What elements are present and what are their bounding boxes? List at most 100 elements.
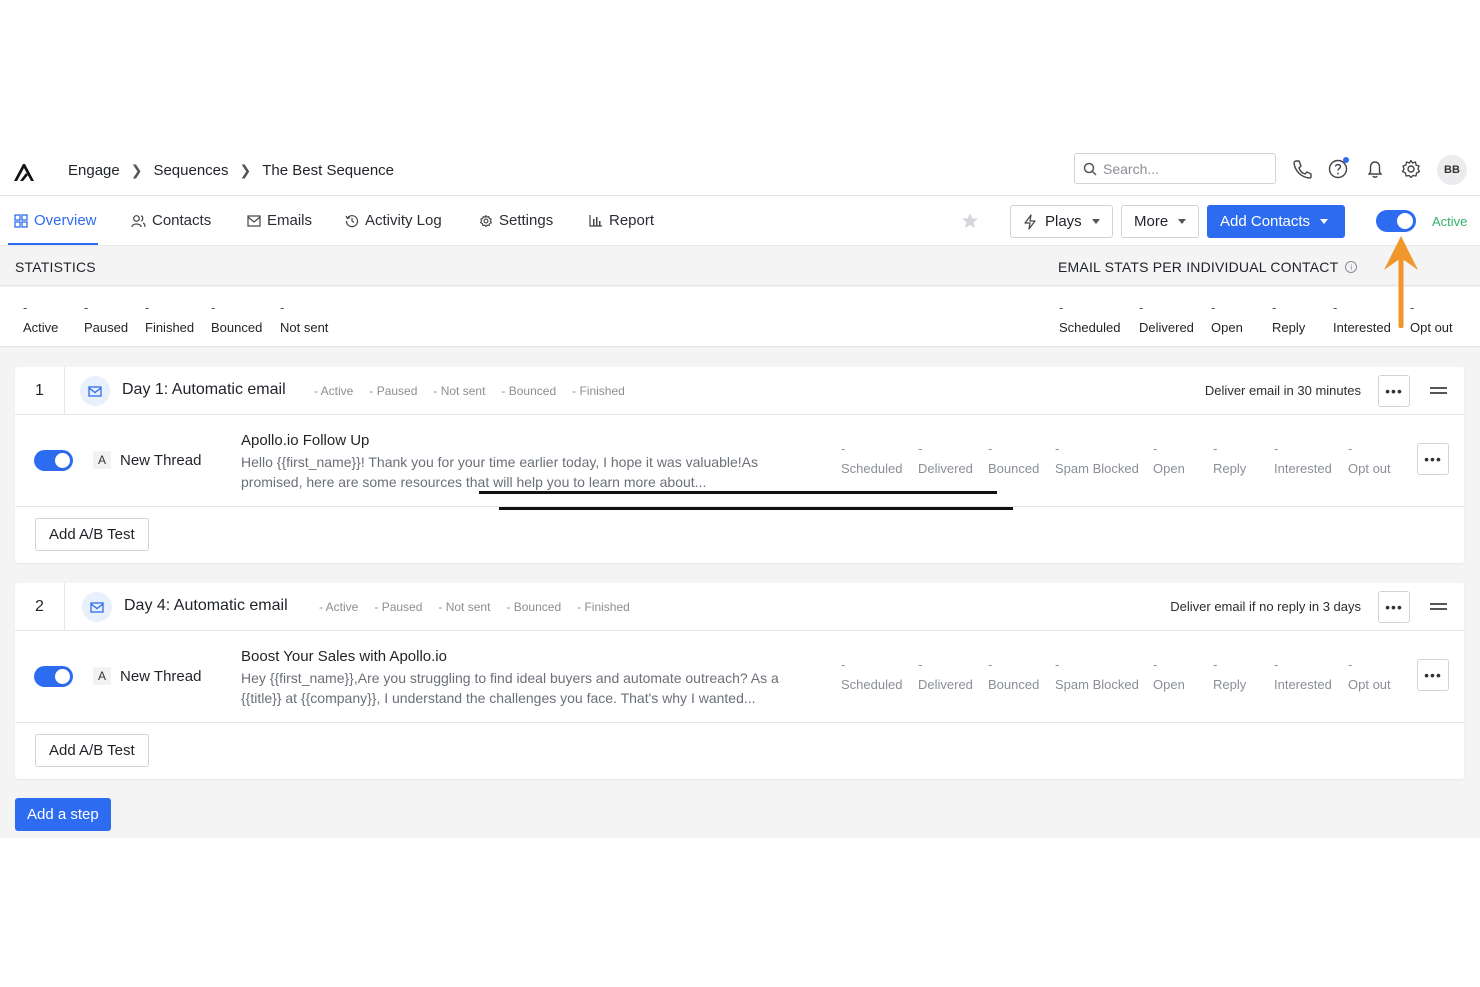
bell-icon[interactable] (1364, 158, 1386, 180)
chart-icon (589, 215, 602, 227)
variant-stat-delivered: - Delivered (918, 657, 973, 692)
variant-toggle[interactable] (34, 450, 73, 471)
statistics-header: STATISTICS EMAIL STATS PER INDIVIDUAL CO… (0, 246, 1480, 286)
thread-type: New Thread (120, 452, 202, 469)
stat-label: Open (1153, 461, 1185, 476)
tab-overview[interactable]: Overview (14, 212, 97, 229)
breadcrumb-current: The Best Sequence (262, 162, 395, 179)
variant-more-button[interactable]: ••• (1417, 659, 1449, 691)
stat-label: Delivered (918, 677, 973, 692)
add-ab-test-button[interactable]: Add A/B Test (35, 734, 149, 767)
email-stats-title: EMAIL STATS PER INDIVIDUAL CONTACT i (1058, 259, 1358, 275)
tab-bar: Overview Contacts Emails Activity Log Se… (0, 196, 1480, 246)
variant-stat-interested: - Interested (1274, 657, 1332, 692)
stat-value: - (84, 300, 89, 315)
step-more-button[interactable]: ••• (1378, 591, 1410, 623)
stat-label: Bounced (988, 461, 1040, 476)
stat-label: Scheduled (841, 461, 903, 476)
stat-label: Open (1153, 677, 1185, 692)
add-ab-test-button[interactable]: Add A/B Test (35, 518, 149, 551)
top-bar: Engage ❯ Sequences ❯ The Best Sequence S… (0, 150, 1480, 196)
plays-button[interactable]: Plays (1010, 205, 1113, 238)
email-preview[interactable]: Hello {{first_name}}! Thank you for your… (241, 452, 811, 492)
mini-stat: - Finished (572, 384, 625, 398)
phone-icon[interactable] (1291, 158, 1313, 180)
step-title[interactable]: Day 4: Automatic email (124, 597, 288, 615)
email-preview[interactable]: Hey {{first_name}},Are you struggling to… (241, 668, 811, 708)
star-icon[interactable] (960, 211, 980, 231)
breadcrumb-engage[interactable]: Engage (68, 162, 120, 179)
tab-activity-log[interactable]: Activity Log (345, 212, 442, 229)
variant-more-button[interactable]: ••• (1417, 443, 1449, 475)
stat-label: Scheduled (1059, 320, 1121, 335)
stat-value: - (1348, 441, 1353, 456)
stat-value: - (1055, 441, 1060, 456)
stat-delivered: - Delivered (1139, 300, 1194, 335)
variant-stat-spam-blocked: - Spam Blocked (1055, 441, 1139, 476)
drag-handle-icon[interactable] (1430, 387, 1447, 397)
statistics-row: - Active - Paused - Finished - Bounced - Not … (0, 287, 1480, 347)
deliver-timing: Deliver email if no reply in 3 days (1170, 599, 1361, 614)
tab-label: Overview (34, 212, 97, 229)
sequence-active-toggle[interactable] (1376, 210, 1416, 232)
email-subject[interactable]: Apollo.io Follow Up (241, 432, 369, 449)
variant-stat-reply: - Reply (1213, 657, 1246, 692)
variant-toggle[interactable] (34, 666, 73, 687)
variant-stat-delivered: - Delivered (918, 441, 973, 476)
add-contacts-button[interactable]: Add Contacts (1207, 205, 1345, 238)
tab-label: Emails (267, 212, 313, 229)
stat-label: Delivered (1139, 320, 1194, 335)
tab-emails[interactable]: Emails (247, 212, 312, 229)
search-icon (1083, 162, 1097, 176)
active-tab-indicator (8, 243, 98, 245)
stat-label: Scheduled (841, 677, 903, 692)
stat-label: Bounced (988, 677, 1040, 692)
mail-icon (80, 376, 110, 406)
more-button[interactable]: More (1121, 205, 1200, 238)
stat-reply: - Reply (1272, 300, 1305, 335)
stat-label: Interested (1274, 677, 1332, 692)
tab-contacts[interactable]: Contacts (131, 212, 211, 229)
tab-settings[interactable]: Settings (479, 212, 553, 229)
grid-icon (14, 213, 28, 228)
step-title[interactable]: Day 1: Automatic email (122, 381, 286, 399)
users-icon (131, 214, 146, 227)
history-icon (345, 214, 359, 227)
add-step-button[interactable]: Add a step (15, 798, 111, 831)
variant-stat-interested: - Interested (1274, 441, 1332, 476)
stat-label: Bounced (211, 320, 263, 335)
stat-value: - (1213, 657, 1218, 672)
info-icon[interactable]: i (1345, 261, 1358, 273)
stat-label: Delivered (918, 461, 973, 476)
chevron-right-icon: ❯ (239, 162, 252, 178)
gear-icon[interactable] (1400, 158, 1422, 180)
tab-report[interactable]: Report (589, 212, 654, 229)
divider (64, 583, 65, 631)
stat-not-sent: - Not sent (280, 300, 328, 335)
search-input[interactable]: Search... (1074, 153, 1276, 184)
lightning-icon (1024, 213, 1036, 230)
email-subject[interactable]: Boost Your Sales with Apollo.io (241, 648, 447, 665)
avatar[interactable]: BB (1437, 155, 1467, 185)
variant-stat-open: - Open (1153, 441, 1185, 476)
drag-handle-icon[interactable] (1430, 603, 1447, 613)
sequence-status: Active (1432, 214, 1468, 229)
apollo-logo[interactable] (12, 161, 36, 183)
variant-letter: A (93, 667, 111, 685)
stat-value: - (211, 300, 216, 315)
stat-value: - (23, 300, 28, 315)
variant-letter: A (93, 451, 111, 469)
mini-stat: - Finished (577, 600, 630, 614)
annotation-underline (499, 507, 1013, 510)
step-more-button[interactable]: ••• (1378, 375, 1410, 407)
mini-stat: - Bounced (501, 384, 557, 398)
breadcrumb-sequences[interactable]: Sequences (153, 162, 228, 179)
stat-value: - (1153, 657, 1158, 672)
variant-stat-bounced: - Bounced (988, 441, 1039, 476)
stat-value: - (841, 657, 846, 672)
search-placeholder: Search... (1103, 160, 1160, 177)
annotation-arrow-icon (1384, 236, 1418, 328)
stat-label: Opt out (1348, 461, 1391, 476)
step-number: 2 (35, 598, 44, 615)
mini-stat: - Active (314, 384, 354, 398)
